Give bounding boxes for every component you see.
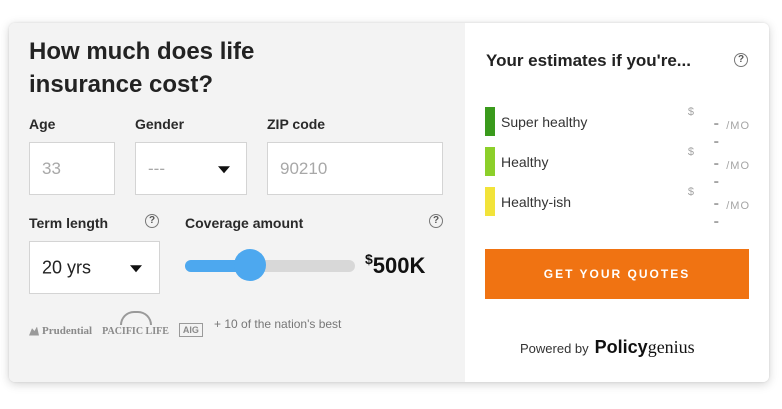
health-color-bar xyxy=(485,107,495,136)
brand-rest-text: genius xyxy=(647,337,695,357)
chevron-down-icon xyxy=(130,264,142,272)
aig-logo: AIG xyxy=(178,323,203,337)
estimate-currency: $ xyxy=(687,186,694,198)
estimate-price: -- xyxy=(713,155,720,190)
brand-bold-text: Policy xyxy=(594,337,648,357)
term-help-icon[interactable]: ? xyxy=(145,214,159,228)
estimates-help-icon[interactable]: ? xyxy=(734,53,748,67)
estimate-currency: $ xyxy=(687,146,694,158)
estimate-currency: $ xyxy=(687,106,694,118)
coverage-help-icon[interactable]: ? xyxy=(429,214,443,228)
prudential-logo-text: Prudential xyxy=(42,325,93,337)
estimate-row-healthy-ish: Healthy-ish $ -- /MO xyxy=(485,186,750,230)
coverage-slider-handle[interactable] xyxy=(233,249,266,281)
health-color-bar xyxy=(485,187,495,216)
estimate-label: Healthy-ish xyxy=(501,194,572,210)
gender-value: --- xyxy=(148,158,165,178)
chevron-down-icon xyxy=(218,165,230,173)
wave-icon xyxy=(119,311,152,325)
insurer-logos: Prudential PACIFIC LIFE AIG xyxy=(29,311,203,337)
estimate-label: Healthy xyxy=(501,154,549,170)
prudential-logo: Prudential xyxy=(29,325,92,337)
policygenius-logo[interactable]: Policygenius xyxy=(595,337,695,358)
coverage-currency: $ xyxy=(365,251,373,267)
estimate-price: -- xyxy=(713,115,720,150)
estimate-unit: /MO xyxy=(726,120,750,132)
age-label: Age xyxy=(29,116,56,132)
age-field[interactable]: 33 xyxy=(29,142,115,195)
estimate-label: Super healthy xyxy=(501,114,588,130)
powered-by-text: Powered by xyxy=(520,341,589,356)
estimate-row-healthy: Healthy $ -- /MO xyxy=(485,146,750,190)
quote-form-panel: How much does life insurance cost? Age 3… xyxy=(9,23,465,382)
powered-by: Powered by Policygenius xyxy=(520,337,695,358)
pacific-life-logo: PACIFIC LIFE xyxy=(102,311,169,337)
age-placeholder: 33 xyxy=(42,158,61,178)
estimate-unit: /MO xyxy=(726,160,750,172)
term-length-select[interactable]: 20 yrs xyxy=(29,241,160,294)
zip-field[interactable]: 90210 xyxy=(267,142,443,195)
zip-placeholder: 90210 xyxy=(280,158,328,178)
form-title: How much does life insurance cost? xyxy=(29,38,255,98)
get-quotes-button[interactable]: GET YOUR QUOTES xyxy=(485,249,749,299)
coverage-label: Coverage amount xyxy=(185,215,304,231)
term-length-label: Term length xyxy=(29,215,109,231)
gender-select[interactable]: --- xyxy=(135,142,247,195)
estimate-row-super-healthy: Super healthy $ -- /MO xyxy=(485,106,750,150)
more-insurers-text: + 10 of the nation's best xyxy=(214,317,342,331)
term-length-value: 20 yrs xyxy=(42,257,92,277)
coverage-value: 500K xyxy=(372,253,426,278)
coverage-amount: $500K xyxy=(365,251,426,279)
zip-label: ZIP code xyxy=(267,116,326,132)
pacific-life-logo-text: PACIFIC LIFE xyxy=(102,326,169,337)
estimate-unit: /MO xyxy=(726,200,750,212)
gender-label: Gender xyxy=(135,116,185,132)
rock-icon xyxy=(29,326,39,336)
coverage-slider[interactable] xyxy=(185,260,355,272)
health-color-bar xyxy=(485,147,495,176)
estimates-panel: Your estimates if you're... ? Super heal… xyxy=(465,23,769,382)
insurance-widget: How much does life insurance cost? Age 3… xyxy=(9,23,769,382)
estimates-title: Your estimates if you're... xyxy=(486,51,691,70)
estimate-price: -- xyxy=(713,195,720,230)
